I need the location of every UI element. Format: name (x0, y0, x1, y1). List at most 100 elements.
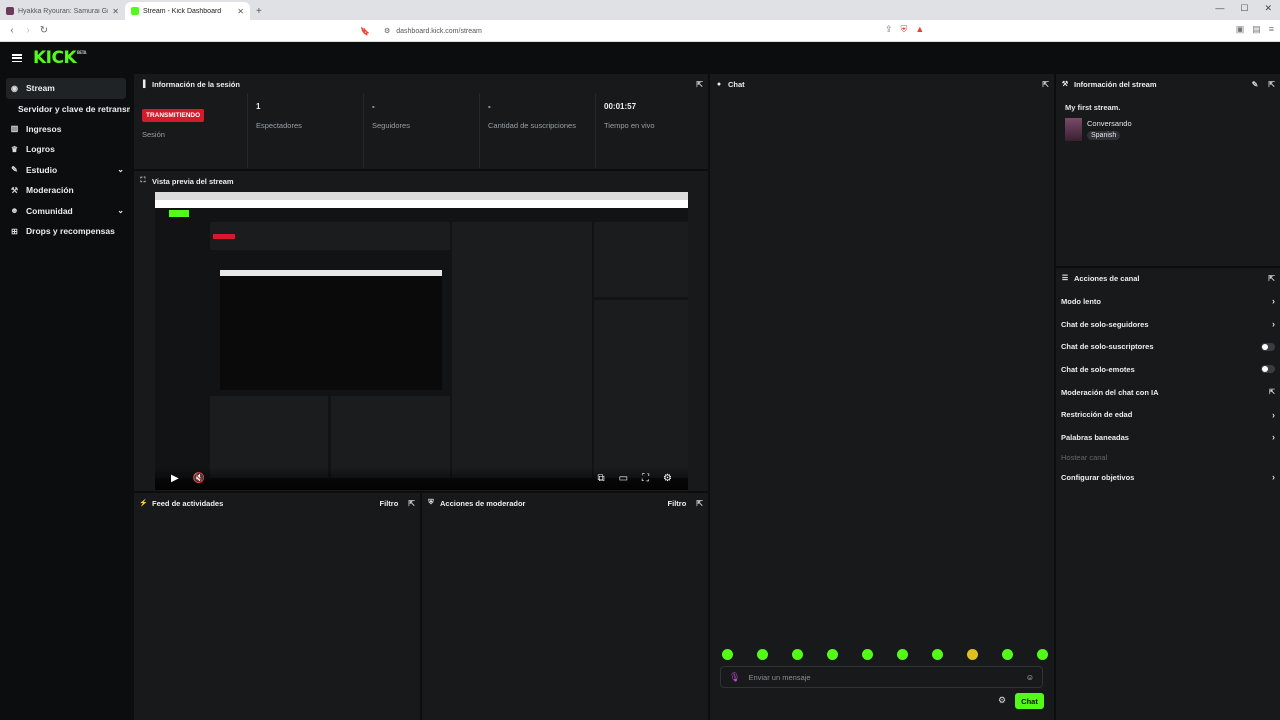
microphone-icon[interactable]: 🎙 (729, 672, 740, 683)
theater-icon[interactable]: ▭ (619, 473, 628, 484)
emote-icon[interactable] (1002, 649, 1013, 660)
stat-value: - (372, 102, 375, 111)
panel-header: ▐ Información de la sesión ⇱ (134, 74, 708, 94)
stream-title: My first stream. (1065, 103, 1121, 112)
subscribers-only-toggle[interactable] (1261, 342, 1275, 351)
language-tag: Spanish (1087, 131, 1121, 140)
browser-tab-active[interactable]: Stream - Kick Dashboard ✕ (125, 2, 250, 20)
action-banned-words[interactable]: Palabras baneadas › (1056, 426, 1280, 449)
action-configure-goals[interactable]: Configurar objetivos › (1056, 466, 1280, 489)
panel-header: ☰ Acciones de canal ⇱ (1056, 268, 1280, 288)
filter-button[interactable]: Filtro (380, 499, 399, 508)
brave-shield-icon[interactable]: ⛨ (901, 24, 908, 35)
close-window-icon[interactable]: ✕ (1264, 3, 1272, 14)
chat-message-input[interactable]: 🎙 Enviar un mensaje ☺ (720, 666, 1043, 688)
bookmark-icon[interactable]: 🔖 (360, 27, 370, 36)
broadcast-icon: ◉ (11, 83, 18, 93)
close-tab-icon[interactable]: ✕ (112, 7, 119, 16)
new-tab-button[interactable]: + (256, 6, 262, 17)
action-followers-only[interactable]: Chat de solo-seguidores › (1056, 313, 1280, 336)
kick-logo[interactable]: KICK BETA (33, 48, 87, 68)
emote-icon[interactable] (722, 649, 733, 660)
popout-icon[interactable]: ⇱ (1268, 80, 1275, 89)
category-name[interactable]: Conversando (1087, 119, 1132, 128)
reload-icon[interactable]: ↻ (36, 25, 52, 36)
hamburger-menu-icon[interactable] (12, 54, 22, 62)
back-icon[interactable]: ‹ (4, 25, 20, 36)
sidebar-item-moderacion[interactable]: ⚒ Moderación (0, 180, 130, 201)
popout-icon[interactable]: ⇱ (1042, 80, 1049, 89)
stream-info-panel: ⚒ Información del stream ✎ ⇱ My first str… (1056, 74, 1280, 266)
sidebar-item-server-key[interactable]: Servidor y clave de retransmisión (0, 99, 130, 119)
popout-icon[interactable]: ⇱ (1268, 274, 1275, 283)
chat-send-button[interactable]: Chat (1015, 693, 1044, 709)
emote-icon[interactable] (897, 649, 908, 660)
shield-icon: ⛨ (428, 499, 434, 506)
chat-bubble-icon: ● (716, 80, 722, 88)
tab-title: Stream - Kick Dashboard (143, 7, 222, 15)
edit-pencil-icon[interactable]: ✎ (1252, 80, 1259, 89)
pip-icon[interactable]: ⧉ (597, 473, 604, 484)
share-icon[interactable]: ⇪ (885, 24, 893, 35)
emote-icon[interactable] (862, 649, 873, 660)
wallet-icon[interactable]: ▤ (1252, 24, 1261, 35)
browser-tab-inactive[interactable]: Hyakka Ryouran: Samurai Girls Co ✕ (0, 2, 125, 20)
fullscreen-icon[interactable]: ⛶ (642, 473, 649, 484)
lightning-icon: ⚡ (139, 500, 148, 507)
kick-dashboard: KICK BETA ◉ Stream Servidor y clave de r… (0, 42, 1280, 720)
action-slow-mode[interactable]: Modo lento › (1056, 290, 1280, 313)
emote-icon[interactable] (1037, 649, 1048, 660)
chart-icon: ▥ (10, 124, 19, 134)
tab-title: Hyakka Ryouran: Samurai Girls Co (18, 7, 109, 15)
close-tab-icon[interactable]: ✕ (237, 7, 244, 16)
stat-label: Sesión (142, 130, 165, 139)
wrench-icon: ⚒ (10, 185, 19, 195)
emote-icon[interactable] (967, 649, 978, 660)
preview-tab-bar (155, 192, 688, 200)
sidebar-item-ingresos[interactable]: ▥ Ingresos (0, 119, 130, 140)
emote-icon[interactable] (792, 649, 803, 660)
menu-icon[interactable]: ≡ (1269, 24, 1274, 35)
preview-logo (169, 210, 189, 217)
sidebar-toggle-icon[interactable]: ▣ (1236, 24, 1245, 35)
stream-video[interactable]: ▶ 🔇 ⧉ ▭ ⛶ ⚙ (155, 192, 688, 490)
action-age-restriction[interactable]: Restricción de edad › (1056, 403, 1280, 426)
chat-settings-icon[interactable]: ⚙ (998, 695, 1006, 706)
mute-icon[interactable]: 🔇 (193, 473, 205, 484)
minimize-icon[interactable]: — (1215, 3, 1224, 14)
sidebar-item-label: Ingresos (26, 123, 62, 134)
maximize-icon[interactable]: ☐ (1240, 3, 1248, 14)
emote-icon[interactable] (932, 649, 943, 660)
site-info-icon[interactable]: ⚙ (384, 27, 390, 35)
chat-panel: ● Chat ⇱ (710, 74, 1054, 720)
filter-button[interactable]: Filtro (668, 499, 687, 508)
popout-icon[interactable]: ⇱ (408, 499, 415, 508)
sidebar-item-estudio[interactable]: ✎ Estudio ⌄ (0, 160, 130, 181)
emotes-only-toggle[interactable] (1261, 365, 1275, 374)
stat-subscriptions: - Cantidad de suscripciones (480, 94, 596, 168)
settings-gear-icon[interactable]: ⚙ (663, 473, 672, 484)
popout-icon[interactable]: ⇱ (696, 499, 703, 508)
action-label: Chat de solo-emotes (1061, 364, 1135, 374)
sidebar-item-drops[interactable]: ⊞ Drops y recompensas (0, 221, 130, 242)
popout-icon[interactable]: ⇱ (696, 80, 703, 89)
emoji-icon[interactable]: ☺ (1026, 673, 1034, 682)
stat-value: 1 (256, 102, 261, 111)
preview-chat-panel (452, 222, 592, 478)
action-ai-moderation[interactable]: Moderación del chat con IA ⇱ (1056, 381, 1280, 404)
sidebar-item-logros[interactable]: ♛ Logros (0, 139, 130, 160)
sidebar-item-stream[interactable]: ◉ Stream (6, 78, 126, 99)
top-nav: KICK BETA (0, 42, 1280, 74)
sidebar-item-comunidad[interactable]: ☻ Comunidad ⌄ (0, 201, 130, 222)
play-icon[interactable]: ▶ (171, 473, 179, 484)
panel-title: Chat (728, 79, 745, 89)
action-label: Modo lento (1061, 296, 1101, 306)
preview-actions-panel (594, 300, 688, 478)
panel-header: ● Chat ⇱ (710, 74, 1054, 94)
preview-badge-live (213, 234, 235, 239)
brave-rewards-icon[interactable]: ▲ (915, 24, 924, 35)
forward-icon[interactable]: › (20, 25, 36, 36)
emote-icon[interactable] (827, 649, 838, 660)
emote-icon[interactable] (757, 649, 768, 660)
url-text[interactable]: dashboard.kick.com/stream (396, 28, 482, 35)
